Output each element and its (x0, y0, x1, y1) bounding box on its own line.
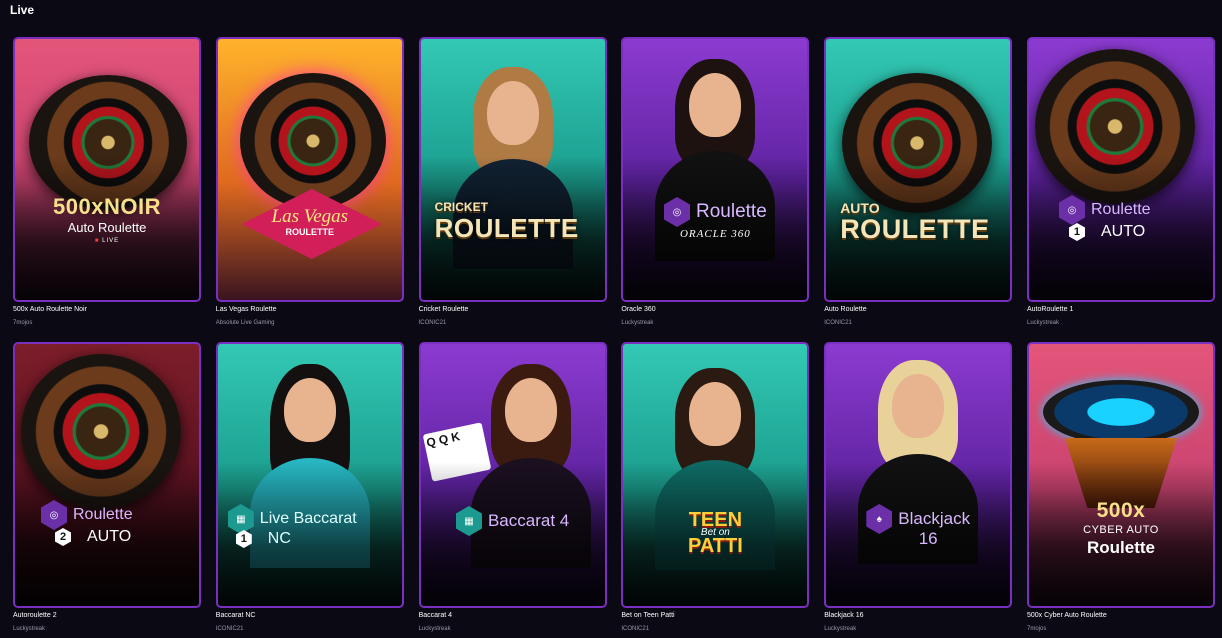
game-thumbnail[interactable]: 500x CYBER AUTO Roulette (1026, 342, 1215, 608)
game-provider: Luckystreak (13, 626, 46, 632)
roulette-hex-icon: ◎ (664, 197, 690, 227)
game-title[interactable]: Blackjack 16 (824, 612, 1012, 622)
game-title[interactable]: Autoroulette 2 (13, 612, 201, 622)
game-provider: 7mojos (13, 320, 33, 326)
game-card[interactable]: TEEN Bet on PATTI Bet on Teen Patti ICON… (621, 342, 810, 638)
game-provider: ICONIC21 (418, 320, 447, 326)
game-thumbnail[interactable]: ♠ Blackjack 16 (824, 342, 1013, 608)
game-card[interactable]: ◎ Roulette ORACLE 360 Oracle 360 Luckyst… (621, 37, 810, 342)
game-logo: Las Vegas ROULETTE (271, 206, 349, 237)
game-logo: TEEN Bet on PATTI (687, 509, 743, 557)
game-thumbnail[interactable]: ◎ Roulette 2 AUTO (13, 342, 201, 608)
roulette-hex-icon: ◎ (41, 500, 67, 530)
roulette-wheel-icon (239, 73, 386, 209)
game-provider: Luckystreak (418, 626, 451, 632)
game-provider: ICONIC21 (824, 320, 852, 326)
game-card[interactable]: 500x CYBER AUTO Roulette 500x Cyber Auto… (1026, 342, 1215, 638)
game-card[interactable]: ◎ Roulette 2 AUTO Autoroulette 2 Luckyst… (13, 342, 201, 638)
game-title[interactable]: 500x Cyber Auto Roulette (1027, 612, 1215, 622)
game-provider: ICONIC21 (215, 626, 244, 632)
roulette-hex-icon: ◎ (1058, 195, 1085, 225)
game-title[interactable]: Las Vegas Roulette (216, 306, 404, 316)
game-card[interactable]: ▦ Live Baccarat 1 NC Baccarat NC ICONIC2… (215, 342, 404, 638)
game-provider: Luckystreak (1026, 320, 1059, 326)
game-thumbnail[interactable]: Las Vegas ROULETTE (215, 37, 404, 302)
game-thumbnail[interactable]: 500xNOIR Auto Roulette ■ LIVE (13, 37, 201, 302)
table-number-badge: 1 (1068, 223, 1085, 241)
game-provider: Luckystreak (621, 320, 654, 326)
game-title[interactable]: AutoRoulette 1 (1027, 306, 1215, 316)
game-provider: 7mojos (1026, 626, 1047, 632)
baccarat-hex-icon: ▦ (455, 506, 482, 536)
game-provider: Absolute Live Gaming (215, 320, 275, 326)
section-title: Live (10, 3, 35, 17)
game-logo: 500x CYBER AUTO Roulette (1083, 499, 1159, 557)
game-thumbnail[interactable]: ◎ Roulette ORACLE 360 (621, 37, 810, 302)
game-thumbnail[interactable]: Q Q K ▦ Baccarat 4 (418, 342, 607, 608)
game-title[interactable]: Auto Roulette (824, 306, 1012, 316)
table-number-badge: 2 (55, 528, 71, 546)
cyber-wheel-icon (1042, 380, 1199, 444)
game-provider: Luckystreak (824, 626, 857, 632)
game-title[interactable]: Baccarat 4 (419, 612, 607, 622)
games-grid: 500xNOIR Auto Roulette ■ LIVE 500x Auto … (13, 37, 1215, 638)
game-card[interactable]: CRICKET ROULETTE Cricket Roulette ICONIC… (418, 37, 607, 342)
table-number-badge: 1 (235, 530, 252, 548)
game-title[interactable]: 500x Auto Roulette Noir (13, 306, 201, 316)
game-logo: 500xNOIR Auto Roulette ■ LIVE (53, 194, 161, 245)
game-thumbnail[interactable]: AUTO ROULETTE (824, 37, 1013, 302)
game-thumbnail[interactable]: ▦ Live Baccarat 1 NC (215, 342, 404, 608)
uk-flag-icon: ■ (94, 238, 100, 244)
game-card[interactable]: AUTO ROULETTE Auto Roulette ICONIC21 (824, 37, 1013, 342)
game-card[interactable]: Q Q K ▦ Baccarat 4 Baccarat 4 Luckystrea… (418, 342, 607, 638)
game-logo: CRICKET ROULETTE (434, 200, 579, 243)
game-title[interactable]: Baccarat NC (216, 612, 404, 622)
game-title[interactable]: Bet on Teen Patti (621, 612, 809, 622)
game-thumbnail[interactable]: CRICKET ROULETTE (418, 37, 607, 302)
game-logo: AUTO ROULETTE (840, 200, 990, 244)
game-card[interactable]: 500xNOIR Auto Roulette ■ LIVE 500x Auto … (13, 37, 201, 342)
game-thumbnail[interactable]: TEEN Bet on PATTI (621, 342, 810, 608)
game-card[interactable]: ♠ Blackjack 16 Blackjack 16 Luckystreak (824, 342, 1013, 638)
game-thumbnail[interactable]: ◎ Roulette 1 AUTO (1026, 37, 1215, 302)
game-card[interactable]: Las Vegas ROULETTE Las Vegas Roulette Ab… (215, 37, 404, 342)
game-card[interactable]: ◎ Roulette 1 AUTO AutoRoulette 1 Luckyst… (1026, 37, 1215, 342)
game-title[interactable]: Oracle 360 (621, 306, 809, 316)
game-title[interactable]: Cricket Roulette (419, 306, 607, 316)
game-provider: ICONIC21 (621, 626, 650, 632)
